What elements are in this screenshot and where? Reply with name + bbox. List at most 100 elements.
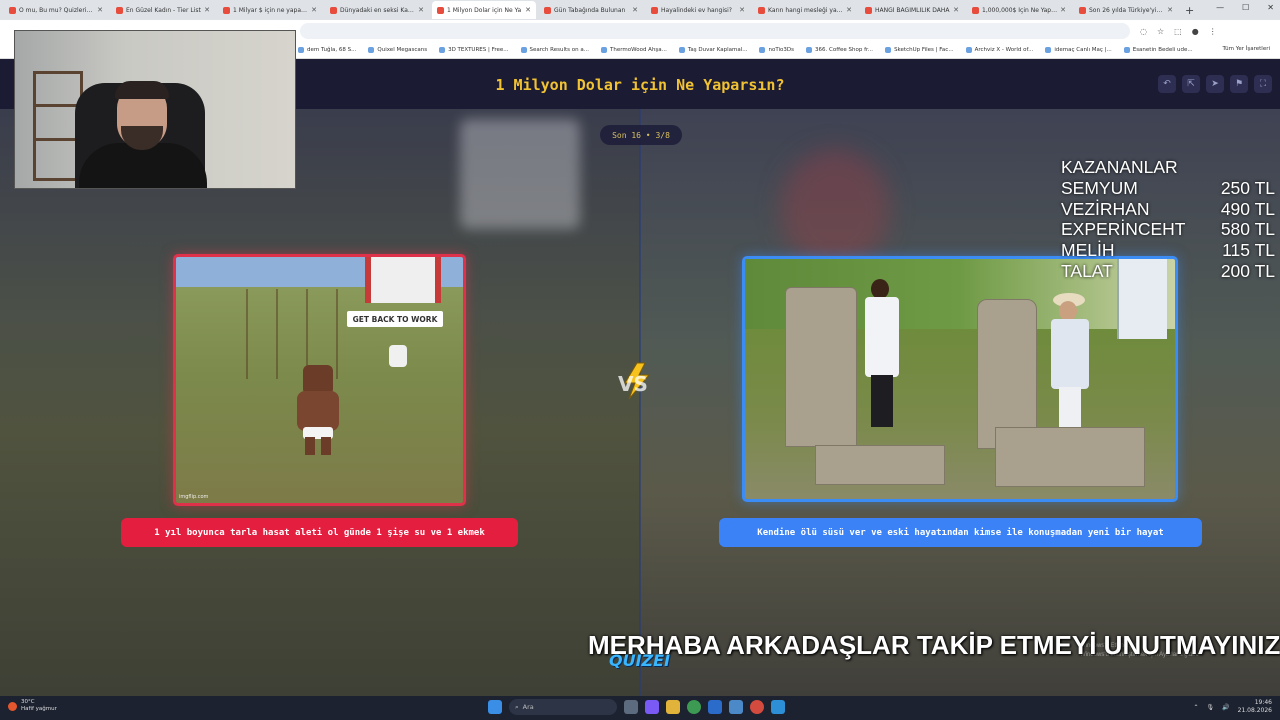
browser-tab[interactable]: Gün Tabağında Bulunan ✕ bbox=[539, 1, 643, 19]
app-icon[interactable] bbox=[771, 700, 785, 714]
winner-name: TALAT bbox=[1061, 260, 1113, 281]
bookmark-item[interactable]: Quixel Megascans bbox=[368, 47, 427, 53]
brand-logo: QUIZEI bbox=[609, 651, 671, 670]
bookmark-item[interactable]: 3D TEXTURES | Free... bbox=[439, 47, 509, 53]
browser-tab[interactable]: Hayalindeki ev hangisi? ✕ bbox=[646, 1, 750, 19]
bookmark-item[interactable]: dem Tuğla, 68 S... bbox=[298, 47, 356, 53]
menu-icon[interactable]: ⋮ bbox=[1209, 27, 1217, 36]
bookmark-label: noTio3Ds bbox=[768, 47, 795, 53]
file-explorer-icon[interactable] bbox=[666, 700, 680, 714]
browser-tab[interactable]: Dünyadaki en seksi Kadın ✕ bbox=[325, 1, 429, 19]
start-icon[interactable] bbox=[488, 700, 502, 714]
tab-close-icon[interactable]: ✕ bbox=[418, 6, 424, 14]
eye-off-icon[interactable]: ◌ bbox=[1140, 27, 1147, 36]
bookmark-item[interactable]: ThermoWood Ahşa... bbox=[600, 47, 667, 53]
undo-icon[interactable]: ↶ bbox=[1158, 75, 1176, 93]
tab-close-icon[interactable]: ✕ bbox=[1060, 6, 1066, 14]
microphone-icon[interactable]: 🎙 bbox=[1207, 704, 1215, 711]
header-toolbar: ↶ ⇱ ➤ ⚑ ⛶ bbox=[1158, 75, 1272, 93]
taskbar-search[interactable]: ⌕ Ara bbox=[509, 699, 617, 715]
new-tab-icon[interactable]: + bbox=[1185, 4, 1194, 17]
all-bookmarks-link[interactable]: Tüm Yer İşaretleri bbox=[1223, 46, 1270, 52]
chrome-icon[interactable] bbox=[687, 700, 701, 714]
bookmark-icon bbox=[600, 47, 607, 53]
mail-icon[interactable] bbox=[729, 700, 743, 714]
winners-list: KAZANANLAR SEMYUM 250 TL VEZİRHAN 490 TL E… bbox=[1061, 157, 1275, 282]
browser-tab[interactable]: En Güzel Kadın - Tier List ✕ bbox=[111, 1, 215, 19]
bookmark-label: 3D TEXTURES | Free... bbox=[448, 47, 509, 53]
browser-tab[interactable]: Karın hangi mesleği yapm ✕ bbox=[753, 1, 857, 19]
bookmark-item[interactable]: Archviz X - World of... bbox=[965, 47, 1034, 53]
stone-slab bbox=[995, 427, 1145, 487]
tab-close-icon[interactable]: ✕ bbox=[525, 6, 531, 14]
extension-icon[interactable]: ⬚ bbox=[1174, 27, 1182, 36]
speech-bubble: GET BACK TO WORK bbox=[347, 311, 443, 327]
bookmark-icon bbox=[678, 47, 685, 53]
bookmark-item[interactable]: idemaç Canlı Maç |... bbox=[1045, 47, 1112, 53]
tab-close-icon[interactable]: ✕ bbox=[97, 6, 103, 14]
search-placeholder: Ara bbox=[522, 703, 534, 711]
tab-close-icon[interactable]: ✕ bbox=[632, 6, 638, 14]
person-head bbox=[871, 279, 889, 299]
tab-close-icon[interactable]: ✕ bbox=[953, 6, 959, 14]
clock-date: 21.08.2026 bbox=[1237, 707, 1272, 714]
maximize-icon[interactable]: ☐ bbox=[1242, 3, 1249, 12]
bookmark-item[interactable]: SketchUp Files | Fac... bbox=[885, 47, 954, 53]
photoshop-icon[interactable] bbox=[708, 700, 722, 714]
winners-title: KAZANANLAR bbox=[1061, 157, 1178, 177]
browser-tab[interactable]: 1 Milyar $ için ne yaparsın ✕ bbox=[218, 1, 322, 19]
fullscreen-icon[interactable]: ⛶ bbox=[1254, 75, 1272, 93]
star-icon[interactable]: ☆ bbox=[1157, 27, 1164, 36]
task-view-icon[interactable] bbox=[624, 700, 638, 714]
option-right-card[interactable] bbox=[742, 256, 1178, 502]
weather-text: Hafif yağmur bbox=[21, 706, 57, 712]
browser-tab[interactable]: O mu, Bu mu? Quizleri | 1 ✕ bbox=[4, 1, 108, 19]
browser-tab[interactable]: 1,000,000$ İçin Ne Yapar ✕ bbox=[967, 1, 1071, 19]
tab-close-icon[interactable]: ✕ bbox=[204, 6, 210, 14]
character-leg bbox=[305, 437, 315, 455]
close-window-icon[interactable]: ✕ bbox=[1267, 3, 1274, 12]
tab-close-icon[interactable]: ✕ bbox=[846, 6, 852, 14]
center-divider bbox=[639, 109, 641, 696]
clock-time: 19:46 bbox=[1254, 699, 1272, 706]
bookmark-item[interactable]: 366. Coffee Shop fr... bbox=[806, 47, 873, 53]
share-icon[interactable]: ⇱ bbox=[1182, 75, 1200, 93]
url-input[interactable] bbox=[300, 23, 1130, 39]
tab-title: Karın hangi mesleği yapm bbox=[768, 6, 844, 14]
option-left-caption[interactable]: 1 yıl boyunca tarla hasat aleti ol günde… bbox=[121, 518, 518, 547]
character-body bbox=[297, 391, 339, 431]
tab-favicon-icon bbox=[223, 6, 230, 14]
bookmark-item[interactable]: noTio3Ds bbox=[759, 47, 794, 53]
tab-close-icon[interactable]: ✕ bbox=[311, 6, 317, 14]
bookmark-label: Archviz X - World of... bbox=[974, 47, 1034, 53]
clock[interactable]: 19:46 21.08.2026 bbox=[1238, 699, 1272, 715]
vs-icon: VS bbox=[618, 362, 651, 400]
bookmark-item[interactable]: Search Results on a... bbox=[520, 47, 589, 53]
copilot-icon[interactable] bbox=[645, 700, 659, 714]
shelf-board bbox=[36, 104, 80, 107]
profile-icon[interactable]: ● bbox=[1192, 27, 1199, 36]
flag-icon[interactable]: ⚑ bbox=[1230, 75, 1248, 93]
streamer-hair bbox=[115, 81, 169, 99]
tab-close-icon[interactable]: ✕ bbox=[739, 6, 745, 14]
browser-tab-active[interactable]: 1 Milyon Dolar için Ne Ya ✕ bbox=[432, 1, 536, 19]
bookmark-icon bbox=[520, 47, 527, 53]
search-icon: ⌕ bbox=[515, 702, 519, 711]
bookmark-item[interactable]: Esanetin Bedeli ude... bbox=[1123, 47, 1193, 53]
browser-tab[interactable]: Son 26 yılda Türkiye'yi sar ✕ bbox=[1074, 1, 1178, 19]
gravestones-image bbox=[745, 259, 1175, 499]
winner-amount: 580 TL bbox=[1220, 219, 1275, 240]
weather-widget[interactable]: 30°C Hafif yağmur bbox=[8, 699, 57, 713]
character-figure bbox=[289, 365, 347, 455]
tab-close-icon[interactable]: ✕ bbox=[1167, 6, 1173, 14]
send-icon[interactable]: ➤ bbox=[1206, 75, 1224, 93]
minimize-icon[interactable]: — bbox=[1216, 3, 1224, 12]
bookmark-label: idemaç Canlı Maç |... bbox=[1054, 47, 1112, 53]
option-left-card[interactable]: GET BACK TO WORK imgflip.com bbox=[173, 254, 466, 506]
option-right-caption[interactable]: Kendine ölü süsü ver ve eski hayatından … bbox=[719, 518, 1202, 547]
browser-tab[interactable]: HANGİ BAĞIMLILIK DAHA ✕ bbox=[860, 1, 964, 19]
obs-icon[interactable] bbox=[750, 700, 764, 714]
chevron-up-icon[interactable]: ⌃ bbox=[1194, 704, 1199, 711]
speaker-icon[interactable]: 🔊 bbox=[1222, 704, 1229, 711]
bookmark-item[interactable]: Taş Duvar Kaplamal... bbox=[678, 47, 747, 53]
